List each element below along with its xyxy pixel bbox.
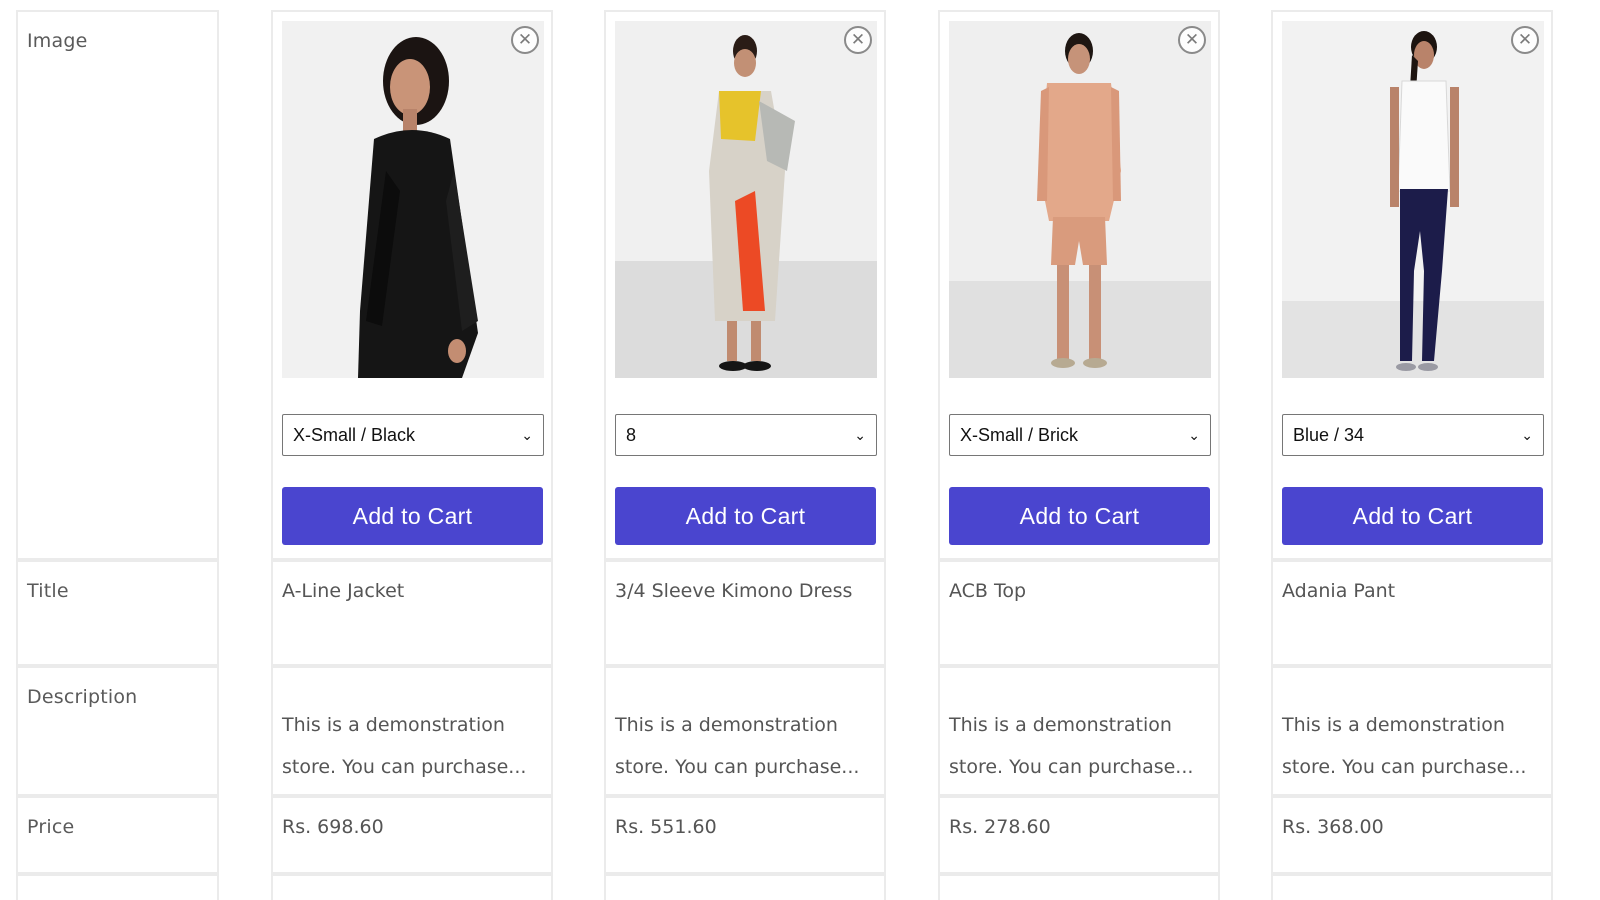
row-label-price: Price	[27, 816, 75, 838]
description-line: This is a demonstration	[282, 714, 505, 736]
product-column: ✕ X-Small / Brick ⌄ Add to Cart ACB Top …	[938, 10, 1220, 900]
row-label-title: Title	[27, 580, 69, 602]
product-image[interactable]: ✕	[1282, 21, 1544, 378]
variant-select[interactable]: X-Small / Brick ⌄	[949, 414, 1211, 456]
add-to-cart-button[interactable]: Add to Cart	[615, 487, 876, 545]
product-title: 3/4 Sleeve Kimono Dress	[615, 580, 853, 602]
label-cell-description: Description	[16, 666, 219, 796]
product-price: Rs. 368.00	[1282, 816, 1384, 838]
product-description: This is a demonstration store. You can p…	[1282, 704, 1544, 788]
product-price: Rs. 698.60	[282, 816, 384, 838]
variant-select-value: Blue / 34	[1293, 424, 1365, 445]
product-title: ACB Top	[949, 580, 1027, 602]
variant-select-value: X-Small / Black	[293, 424, 416, 445]
product-column: ✕ 8 ⌄ Add to Cart 3/4 Sleeve Kimono Dres…	[604, 10, 886, 900]
product-image-cell: ✕ X-Small / Black ⌄ Add to Cart	[271, 10, 553, 560]
description-line: This is a demonstration	[615, 714, 838, 736]
product-image[interactable]: ✕	[949, 21, 1211, 378]
product-title-cell: A-Line Jacket	[271, 560, 553, 666]
row-label-column: Image Title Description Price	[16, 10, 219, 900]
product-column: ✕ X-Small / Black ⌄ Add to Cart A-Line J…	[271, 10, 553, 900]
remove-product-button[interactable]: ✕	[1178, 26, 1206, 54]
product-description-cell: This is a demonstration store. You can p…	[1271, 666, 1553, 796]
product-description: This is a demonstration store. You can p…	[949, 704, 1211, 788]
add-to-cart-button[interactable]: Add to Cart	[282, 487, 543, 545]
product-extra-cell	[271, 874, 553, 900]
description-line: store. You can purchase...	[615, 756, 860, 778]
description-line: This is a demonstration	[1282, 714, 1505, 736]
product-description-cell: This is a demonstration store. You can p…	[604, 666, 886, 796]
product-description-cell: This is a demonstration store. You can p…	[938, 666, 1220, 796]
product-price: Rs. 278.60	[949, 816, 1051, 838]
description-line: store. You can purchase...	[949, 756, 1194, 778]
close-circle-icon: ✕	[1184, 29, 1200, 50]
row-label-image: Image	[27, 30, 88, 52]
chevron-down-icon: ⌄	[1521, 426, 1533, 443]
product-image[interactable]: ✕	[282, 21, 544, 378]
product-price-cell: Rs. 368.00	[1271, 796, 1553, 874]
close-circle-icon: ✕	[517, 29, 533, 50]
product-description: This is a demonstration store. You can p…	[615, 704, 877, 788]
close-circle-icon: ✕	[1517, 29, 1533, 50]
label-cell-extra	[16, 874, 219, 900]
variant-select-value: 8	[626, 424, 637, 445]
product-price-cell: Rs. 698.60	[271, 796, 553, 874]
product-price: Rs. 551.60	[615, 816, 717, 838]
product-extra-cell	[1271, 874, 1553, 900]
variant-select[interactable]: Blue / 34 ⌄	[1282, 414, 1544, 456]
variant-select-value: X-Small / Brick	[960, 424, 1079, 445]
product-description: This is a demonstration store. You can p…	[282, 704, 544, 788]
product-title-cell: ACB Top	[938, 560, 1220, 666]
variant-select[interactable]: 8 ⌄	[615, 414, 877, 456]
product-title-cell: 3/4 Sleeve Kimono Dress	[604, 560, 886, 666]
product-title: Adania Pant	[1282, 580, 1396, 602]
description-line: store. You can purchase...	[1282, 756, 1527, 778]
product-extra-cell	[938, 874, 1220, 900]
description-line: This is a demonstration	[949, 714, 1172, 736]
product-price-cell: Rs. 278.60	[938, 796, 1220, 874]
product-image-cell: ✕ 8 ⌄ Add to Cart	[604, 10, 886, 560]
label-cell-title: Title	[16, 560, 219, 666]
row-label-description: Description	[27, 686, 138, 708]
chevron-down-icon: ⌄	[1188, 426, 1200, 443]
product-title: A-Line Jacket	[282, 580, 405, 602]
product-image-cell: ✕ X-Small / Brick ⌄ Add to Cart	[938, 10, 1220, 560]
chevron-down-icon: ⌄	[521, 426, 533, 443]
add-to-cart-button[interactable]: Add to Cart	[1282, 487, 1543, 545]
close-circle-icon: ✕	[850, 29, 866, 50]
product-image[interactable]: ✕	[615, 21, 877, 378]
label-cell-price: Price	[16, 796, 219, 874]
product-column: ✕ Blue / 34 ⌄ Add to Cart Adania Pant Th…	[1271, 10, 1553, 900]
remove-product-button[interactable]: ✕	[511, 26, 539, 54]
product-extra-cell	[604, 874, 886, 900]
product-price-cell: Rs. 551.60	[604, 796, 886, 874]
chevron-down-icon: ⌄	[854, 426, 866, 443]
remove-product-button[interactable]: ✕	[844, 26, 872, 54]
label-cell-image: Image	[16, 10, 219, 560]
add-to-cart-button[interactable]: Add to Cart	[949, 487, 1210, 545]
product-description-cell: This is a demonstration store. You can p…	[271, 666, 553, 796]
description-line: store. You can purchase...	[282, 756, 527, 778]
variant-select[interactable]: X-Small / Black ⌄	[282, 414, 544, 456]
product-title-cell: Adania Pant	[1271, 560, 1553, 666]
remove-product-button[interactable]: ✕	[1511, 26, 1539, 54]
product-image-cell: ✕ Blue / 34 ⌄ Add to Cart	[1271, 10, 1553, 560]
